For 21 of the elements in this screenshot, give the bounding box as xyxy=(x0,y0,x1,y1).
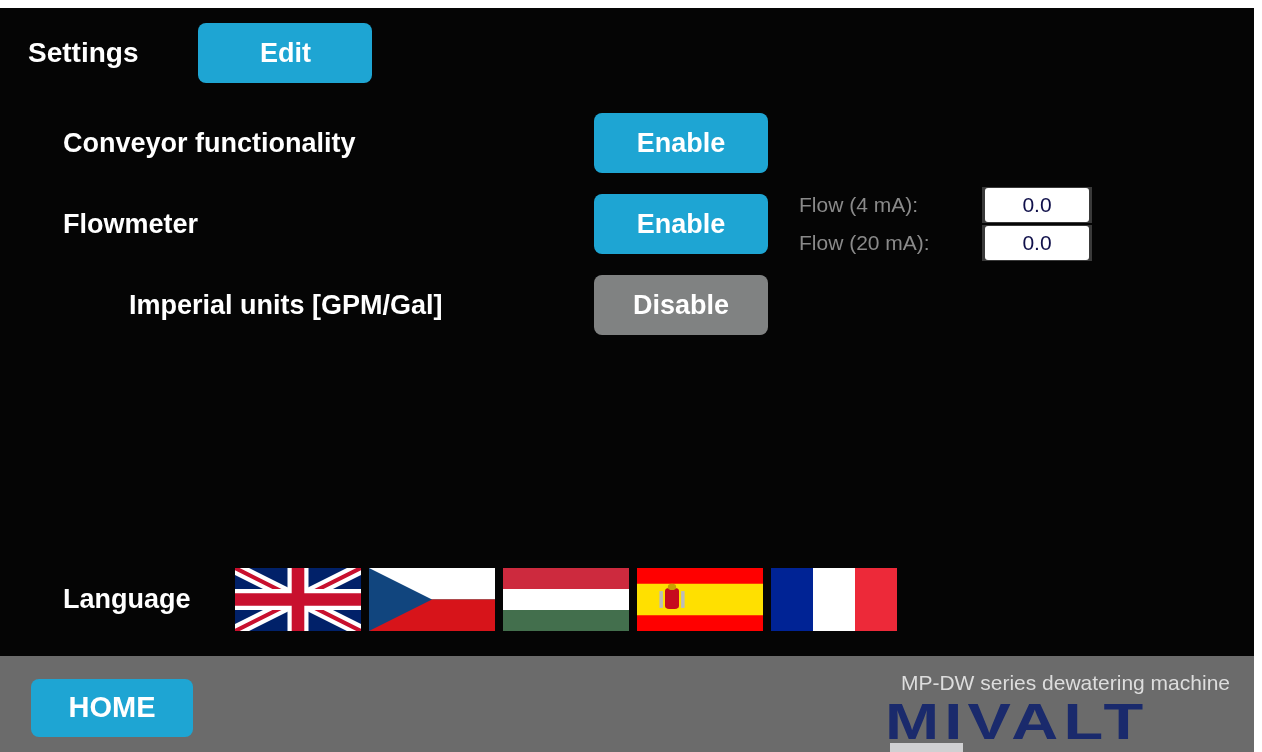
setting-label: Imperial units [GPM/Gal] xyxy=(128,288,444,322)
value-field[interactable]: 0.0 xyxy=(985,188,1089,222)
czech-flag-icon[interactable] xyxy=(369,568,495,631)
setting-label: Conveyor functionality xyxy=(62,126,357,160)
edit-button[interactable]: Edit xyxy=(198,23,373,83)
france-flag-icon[interactable] xyxy=(771,568,897,631)
company-logo: MIVALT xyxy=(885,703,1149,741)
field-label: Flow (4 mA): xyxy=(799,192,919,219)
spain-flag-icon[interactable] xyxy=(637,568,763,631)
machine-subtitle: MP-DW series dewatering machine xyxy=(900,672,1230,693)
language-label: Language xyxy=(62,583,192,617)
hungary-flag-icon[interactable] xyxy=(503,568,629,631)
toggle-button[interactable]: Enable xyxy=(594,194,768,254)
value-field[interactable]: 0.0 xyxy=(985,226,1089,260)
toggle-button[interactable]: Disable xyxy=(594,275,768,335)
toggle-button[interactable]: Enable xyxy=(594,113,768,173)
page-title: Settings xyxy=(28,36,139,70)
field-label: Flow (20 mA): xyxy=(799,230,931,257)
setting-label: Flowmeter xyxy=(62,207,200,241)
uk-flag-icon[interactable] xyxy=(235,568,361,631)
home-button[interactable]: HOME xyxy=(31,679,193,737)
